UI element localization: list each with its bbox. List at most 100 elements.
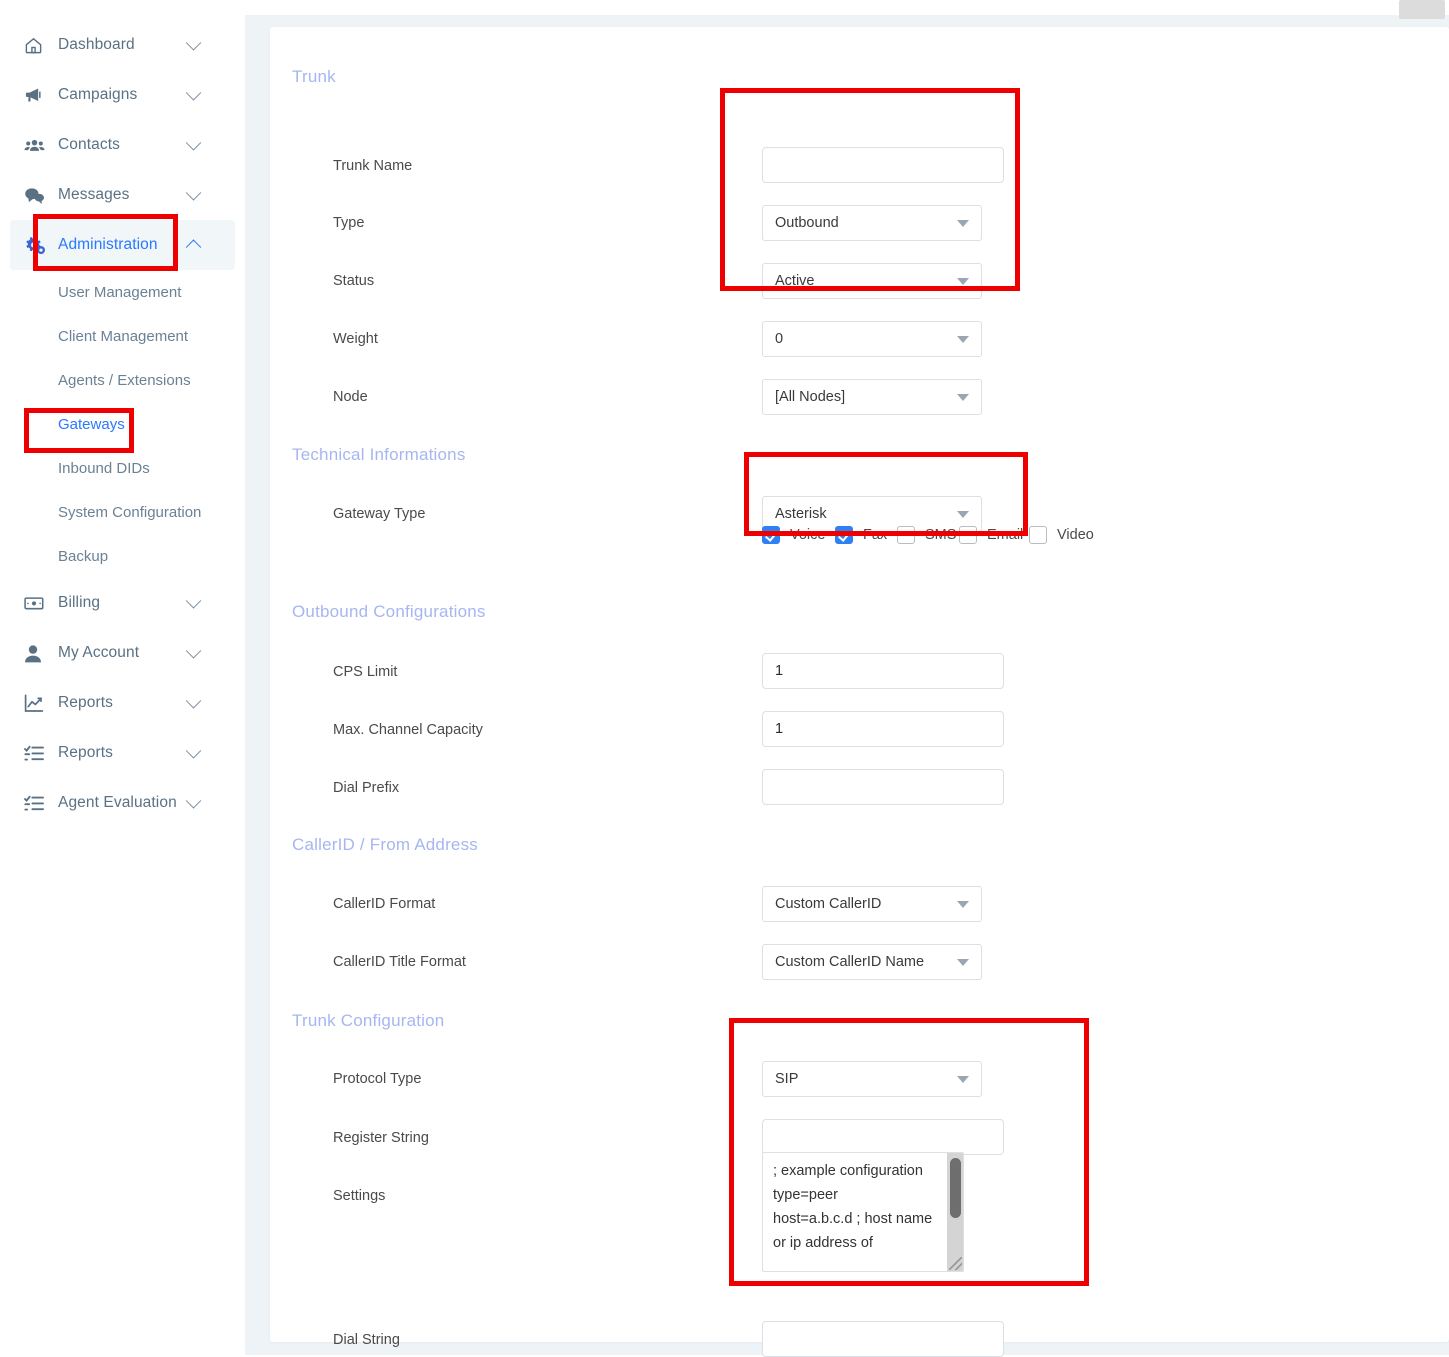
label-status: Status xyxy=(333,273,375,289)
callerid-title-format-select-value: Custom CallerID Name xyxy=(775,954,925,970)
label-dial-prefix: Dial Prefix xyxy=(333,780,400,796)
dial-prefix-input[interactable] xyxy=(762,769,1004,805)
gears-icon xyxy=(24,234,50,256)
gateway-form-card: Trunk Trunk Name Type Outbound Status Ac… xyxy=(270,27,1449,1357)
sidebar-item-dashboard[interactable]: Dashboard xyxy=(10,20,235,70)
protocol-type-select-value: SIP xyxy=(775,1071,799,1087)
checkbox-voice-label: Voice xyxy=(790,527,826,543)
sidebar-item-agent-evaluation[interactable]: Agent Evaluation xyxy=(10,778,235,828)
label-register-string: Register String xyxy=(333,1130,429,1146)
sidebar-item-gateways[interactable]: Gateways xyxy=(10,402,235,446)
sidebar-item-label: Agent Evaluation xyxy=(58,794,177,811)
sidebar-item-system-configuration[interactable]: System Configuration xyxy=(10,490,235,534)
sidebar-item-inbound-dids[interactable]: Inbound DIDs xyxy=(10,446,235,490)
checkbox-email-box[interactable] xyxy=(959,526,977,544)
sidebar-item-my-account[interactable]: My Account xyxy=(10,628,235,678)
sidebar-item-label: Messages xyxy=(58,186,130,203)
label-trunk-name: Trunk Name xyxy=(333,158,413,174)
list-check-icon xyxy=(24,742,50,764)
status-select[interactable]: Active xyxy=(762,263,982,299)
home-icon xyxy=(24,34,50,56)
chevron-down-icon xyxy=(957,278,969,285)
people-icon xyxy=(24,134,50,156)
sidebar-item-agents-extensions[interactable]: Agents / Extensions xyxy=(10,358,235,402)
sidebar-subitem-label: Client Management xyxy=(58,327,189,345)
settings-textarea[interactable]: ; example configuration type=peer host=a… xyxy=(762,1152,964,1272)
sidebar-item-backup[interactable]: Backup xyxy=(10,534,235,578)
sidebar-item-user-management[interactable]: User Management xyxy=(10,270,235,314)
topbar-button[interactable] xyxy=(1399,0,1445,19)
label-protocol-type: Protocol Type xyxy=(333,1071,422,1087)
cps-limit-input[interactable] xyxy=(762,653,1004,689)
sidebar-subitem-label: User Management xyxy=(58,283,182,301)
chevron-down-icon[interactable] xyxy=(185,593,202,609)
label-dial-string: Dial String xyxy=(333,1332,400,1348)
callerid-title-format-select[interactable]: Custom CallerID Name xyxy=(762,944,982,980)
checkbox-voice-box[interactable] xyxy=(762,526,780,544)
sidebar-item-label: Campaigns xyxy=(58,86,138,103)
chevron-up-icon[interactable] xyxy=(185,239,202,255)
checkbox-video-label: Video xyxy=(1057,527,1094,543)
callerid-format-select[interactable]: Custom CallerID xyxy=(762,886,982,922)
sidebar-subitem-label: Agents / Extensions xyxy=(58,371,191,389)
checkbox-fax-box[interactable] xyxy=(835,526,853,544)
checkbox-email-label: Email xyxy=(987,527,1024,543)
user-icon xyxy=(24,642,50,664)
chevron-down-icon[interactable] xyxy=(185,135,202,151)
sidebar-item-client-management[interactable]: Client Management xyxy=(10,314,235,358)
chevron-down-icon[interactable] xyxy=(185,85,202,101)
section-title-trunk: Trunk xyxy=(292,67,336,86)
node-select-value: [All Nodes] xyxy=(775,389,846,405)
type-select[interactable]: Outbound xyxy=(762,205,982,241)
section-title-outbound: Outbound Configurations xyxy=(292,602,486,621)
chevron-down-icon xyxy=(957,901,969,908)
sidebar-subitem-label: System Configuration xyxy=(58,503,202,521)
protocol-type-select[interactable]: SIP xyxy=(762,1061,982,1097)
chevron-down-icon[interactable] xyxy=(185,793,202,809)
sidebar-item-messages[interactable]: Messages xyxy=(10,170,235,220)
chevron-down-icon[interactable] xyxy=(185,643,202,659)
chart-line-icon xyxy=(24,692,50,714)
label-callerid-format: CallerID Format xyxy=(333,896,436,912)
label-type: Type xyxy=(333,215,365,231)
callerid-format-select-value: Custom CallerID xyxy=(775,896,882,912)
node-select[interactable]: [All Nodes] xyxy=(762,379,982,415)
checkbox-video-box[interactable] xyxy=(1029,526,1047,544)
money-bill-icon xyxy=(24,592,50,614)
checkbox-sms-label: SMS xyxy=(925,527,957,543)
chevron-down-icon[interactable] xyxy=(185,185,202,201)
sidebar-item-administration[interactable]: Administration xyxy=(10,220,235,270)
sidebar-subitem-label: Inbound DIDs xyxy=(58,459,150,477)
sidebar-item-label: Administration xyxy=(58,236,158,253)
checkbox-sms-box[interactable] xyxy=(897,526,915,544)
settings-textarea-scrollbar[interactable] xyxy=(947,1153,963,1271)
gateway-type-select-value: Asterisk xyxy=(775,506,827,522)
section-title-technical: Technical Informations xyxy=(292,445,466,464)
label-max-channel-capacity: Max. Channel Capacity xyxy=(333,722,483,738)
status-select-value: Active xyxy=(775,273,815,289)
settings-textarea-resize-handle[interactable] xyxy=(949,1257,962,1270)
sidebar-subitem-label: Gateways xyxy=(58,415,125,433)
sidebar-item-campaigns[interactable]: Campaigns xyxy=(10,70,235,120)
weight-select[interactable]: 0 xyxy=(762,321,982,357)
max-channel-capacity-input[interactable] xyxy=(762,711,1004,747)
section-title-trunk-configuration: Trunk Configuration xyxy=(292,1011,445,1030)
label-weight: Weight xyxy=(333,331,378,347)
section-title-callerid: CallerID / From Address xyxy=(292,835,478,854)
sidebar-item-reports-list[interactable]: Reports xyxy=(10,728,235,778)
chevron-down-icon[interactable] xyxy=(185,743,202,759)
chevron-down-icon[interactable] xyxy=(185,693,202,709)
sidebar-item-contacts[interactable]: Contacts xyxy=(10,120,235,170)
chevron-down-icon xyxy=(957,1076,969,1083)
label-settings: Settings xyxy=(333,1188,386,1204)
weight-select-value: 0 xyxy=(775,331,784,347)
list-check-icon xyxy=(24,792,50,814)
sidebar-item-reports-chart[interactable]: Reports xyxy=(10,678,235,728)
trunk-name-input[interactable] xyxy=(762,147,1004,183)
settings-textarea-value: ; example configuration type=peer host=a… xyxy=(773,1163,933,1251)
register-string-input[interactable] xyxy=(762,1119,1004,1155)
settings-textarea-scrollbar-thumb[interactable] xyxy=(950,1158,961,1218)
sidebar-item-billing[interactable]: Billing xyxy=(10,578,235,628)
chevron-down-icon[interactable] xyxy=(185,35,202,51)
dial-string-input[interactable] xyxy=(762,1321,1004,1357)
